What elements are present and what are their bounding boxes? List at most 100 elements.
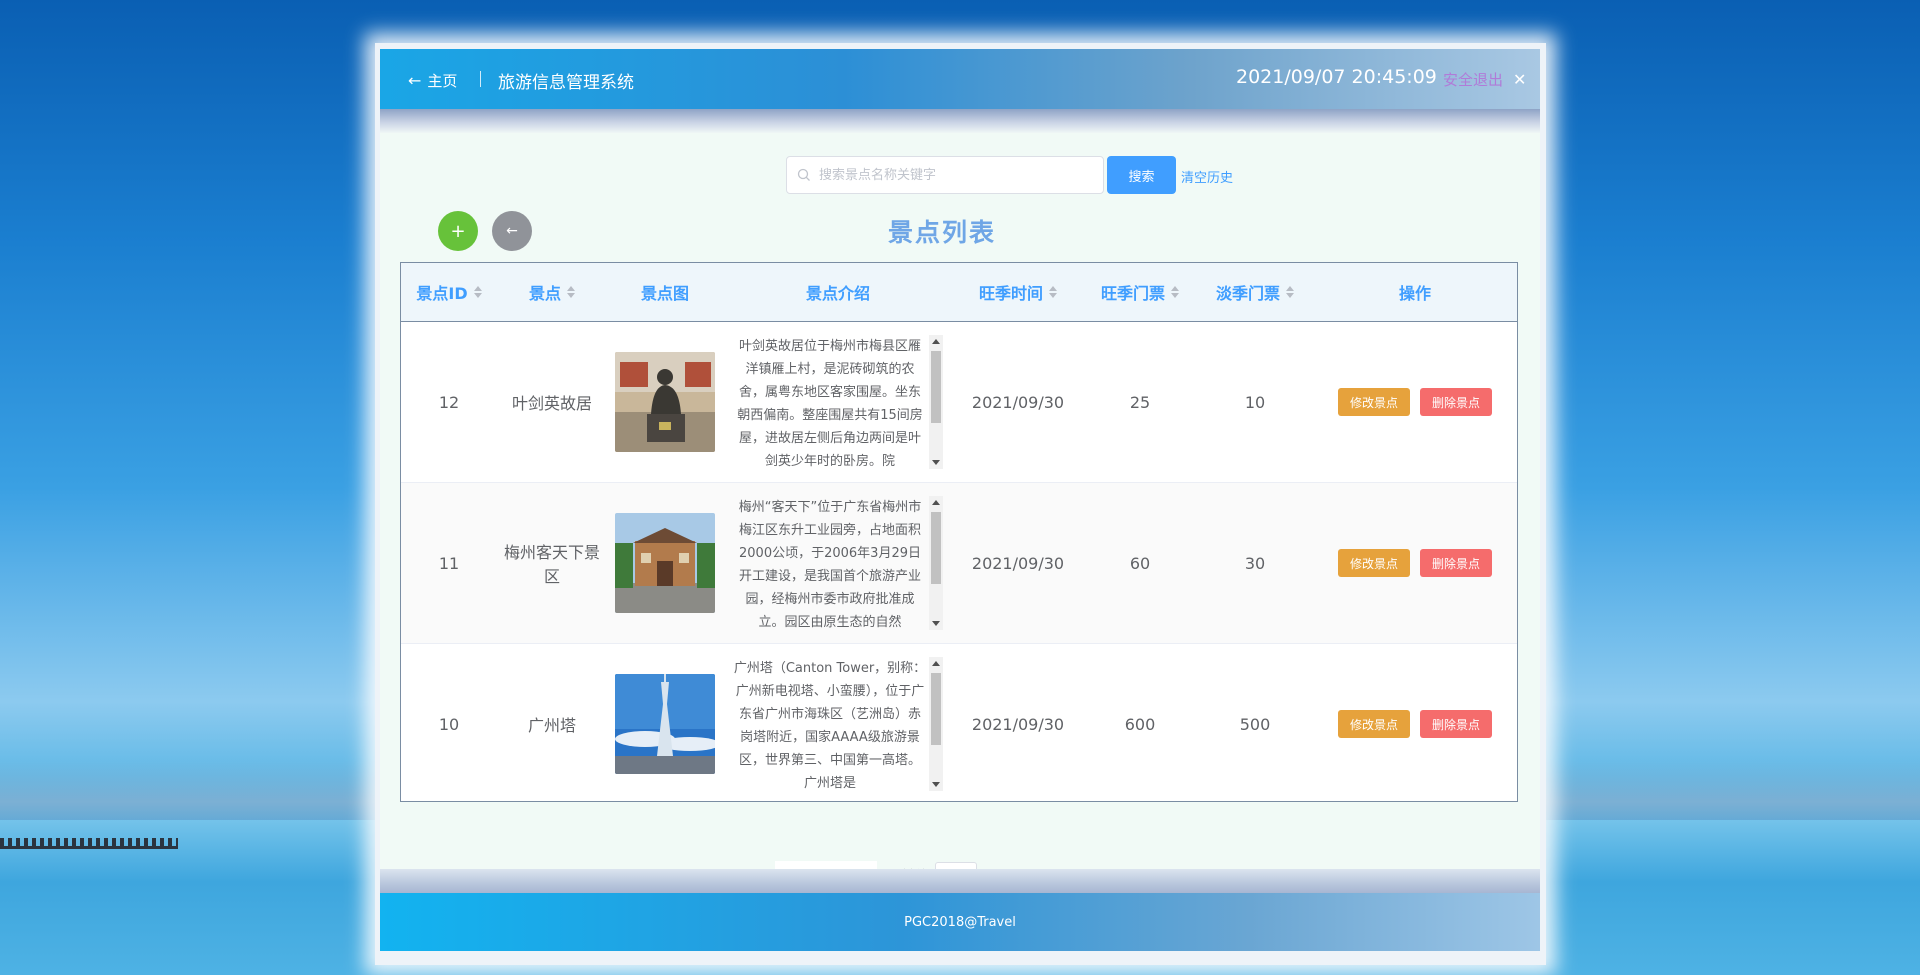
column-label: 旺季门票 <box>1100 284 1165 303</box>
arrow-left-icon: ← <box>408 70 422 90</box>
column-header-image: 景点图 <box>607 280 723 304</box>
scroll-up-icon[interactable] <box>932 500 940 505</box>
sort-icon[interactable] <box>1286 286 1294 298</box>
statue-photo-icon <box>615 352 715 452</box>
peak-price: 25 <box>1129 392 1151 412</box>
scrollbar[interactable] <box>929 496 943 630</box>
app-window: ← 主页 旅游信息管理系统 2021/09/07 20:45:09 安全退出 ✕… <box>375 43 1546 965</box>
delete-spot-button[interactable]: 删除景点 <box>1420 388 1493 416</box>
row-actions: 修改景点 删除景点 <box>1313 388 1517 416</box>
delete-spot-button[interactable]: 删除景点 <box>1420 549 1493 577</box>
spot-intro-cell: 叶剑英故居位于梅州市梅县区雁洋镇雁上村，是泥砖砌筑的农舍，属粤东地区客家围屋。坐… <box>723 335 953 469</box>
peak-date: 2021/09/30 <box>971 553 1065 573</box>
spot-id: 10 <box>438 714 460 734</box>
scrollbar[interactable] <box>929 335 943 469</box>
column-header-intro: 景点介绍 <box>723 280 953 304</box>
spot-image-cell <box>607 513 723 613</box>
spot-intro-cell: 广州塔（Canton Tower，别称：广州新电视塔、小蛮腰），位于广东省广州市… <box>723 657 953 791</box>
sort-icon[interactable] <box>567 286 575 298</box>
off-price: 500 <box>1239 714 1271 734</box>
app-footer: PGC2018@Travel <box>380 893 1540 951</box>
row-actions: 修改景点 删除景点 <box>1313 549 1517 577</box>
arrow-left-icon: ← <box>506 223 518 239</box>
home-label: 主页 <box>427 72 458 90</box>
column-header-peak-price[interactable]: 旺季门票 <box>1083 280 1197 304</box>
column-header-actions: 操作 <box>1313 280 1517 304</box>
column-header-peak-date[interactable]: 旺季时间 <box>953 280 1083 304</box>
row-actions: 修改景点 删除景点 <box>1313 710 1517 738</box>
back-button[interactable]: ← <box>492 211 532 251</box>
column-label: 景点介绍 <box>805 284 870 303</box>
search-box <box>786 156 1104 194</box>
sort-icon[interactable] <box>1049 286 1057 298</box>
column-label: 旺季时间 <box>978 284 1043 303</box>
header-shadow <box>380 109 1540 133</box>
peak-date: 2021/09/30 <box>971 714 1065 734</box>
peak-price: 60 <box>1129 553 1151 573</box>
column-header-id[interactable]: 景点ID <box>401 280 497 304</box>
spot-name: 广州塔 <box>527 716 576 735</box>
peak-price: 600 <box>1124 714 1156 734</box>
background-pier-base <box>0 846 178 849</box>
spot-id: 11 <box>438 553 460 573</box>
spot-id: 12 <box>438 392 460 412</box>
header-divider <box>480 71 481 87</box>
spot-image-cell <box>607 352 723 452</box>
intro-scrollbox[interactable]: 梅州“客天下”位于广东省梅州市梅江区东升工业园旁，占地面积2000公顷，于200… <box>733 496 943 630</box>
gate-photo-icon <box>615 513 715 613</box>
column-header-off-price[interactable]: 淡季门票 <box>1197 280 1313 304</box>
table-header: 景点ID 景点 景点图 景点介绍 旺季时间 旺季门票 淡季门票 操作 <box>401 263 1517 322</box>
edit-spot-button[interactable]: 修改景点 <box>1337 549 1410 577</box>
edit-spot-button[interactable]: 修改景点 <box>1337 388 1410 416</box>
spot-intro: 叶剑英故居位于梅州市梅县区雁洋镇雁上村，是泥砖砌筑的农舍，属粤东地区客家围屋。坐… <box>737 339 923 469</box>
column-label: 景点 <box>528 284 561 303</box>
column-label: 景点图 <box>640 284 689 303</box>
intro-scrollbox[interactable]: 广州塔（Canton Tower，别称：广州新电视塔、小蛮腰），位于广东省广州市… <box>733 657 943 791</box>
spot-name: 梅州客天下景区 <box>503 543 600 586</box>
scroll-down-icon[interactable] <box>932 782 940 787</box>
peak-date: 2021/09/30 <box>971 392 1065 412</box>
column-header-name[interactable]: 景点 <box>497 280 607 304</box>
scroll-thumb[interactable] <box>931 673 941 745</box>
table-row: 10 广州塔 广州塔（Canton Tower，别称：广州新电视塔、小蛮腰），位… <box>401 644 1517 804</box>
scroll-down-icon[interactable] <box>932 621 940 626</box>
column-label: 淡季门票 <box>1215 284 1280 303</box>
scroll-up-icon[interactable] <box>932 661 940 666</box>
logout-button[interactable]: 安全退出 ✕ <box>1443 69 1526 90</box>
list-title: 景点列表 <box>888 218 997 247</box>
footer-text: PGC2018@Travel <box>904 914 1016 930</box>
table-row: 11 梅州客天下景区 梅州“客天下”位于广东省梅州市梅江区东升工业园旁，占地面积… <box>401 483 1517 644</box>
footer-shadow <box>380 869 1540 893</box>
scroll-thumb[interactable] <box>931 351 941 423</box>
datetime-display: 2021/09/07 20:45:09 <box>1236 66 1437 88</box>
spot-name: 叶剑英故居 <box>511 394 592 413</box>
spots-table: 景点ID 景点 景点图 景点介绍 旺季时间 旺季门票 淡季门票 操作 12 叶剑… <box>400 262 1518 802</box>
spot-intro: 梅州“客天下”位于广东省梅州市梅江区东升工业园旁，占地面积2000公顷，于200… <box>738 500 922 630</box>
main-content: 搜索 清空历史 + ← 景点列表 景点ID 景点 景点图 <box>380 133 1540 891</box>
spot-intro: 广州塔（Canton Tower，别称：广州新电视塔、小蛮腰），位于广东省广州市… <box>733 661 927 791</box>
home-link[interactable]: ← 主页 <box>408 70 457 91</box>
off-price: 30 <box>1244 553 1266 573</box>
scroll-thumb[interactable] <box>931 512 941 584</box>
table-row: 12 叶剑英故居 叶剑英故居位于梅州市梅县区雁洋镇雁上村，是泥砖砌筑的农舍，属粤… <box>401 322 1517 483</box>
logout-label: 安全退出 <box>1443 71 1504 89</box>
edit-spot-button[interactable]: 修改景点 <box>1337 710 1410 738</box>
add-spot-button[interactable]: + <box>438 211 478 251</box>
scroll-up-icon[interactable] <box>932 339 940 344</box>
scrollbar[interactable] <box>929 657 943 791</box>
intro-scrollbox[interactable]: 叶剑英故居位于梅州市梅县区雁洋镇雁上村，是泥砖砌筑的农舍，属粤东地区客家围屋。坐… <box>733 335 943 469</box>
system-title: 旅游信息管理系统 <box>498 73 634 93</box>
sort-icon[interactable] <box>473 286 482 298</box>
delete-spot-button[interactable]: 删除景点 <box>1420 710 1493 738</box>
search-icon <box>797 168 810 181</box>
plus-icon: + <box>450 220 466 242</box>
app-header: ← 主页 旅游信息管理系统 2021/09/07 20:45:09 安全退出 ✕ <box>380 49 1540 109</box>
search-button[interactable]: 搜索 <box>1107 156 1176 194</box>
clear-history-link[interactable]: 清空历史 <box>1181 167 1233 186</box>
spot-image-cell <box>607 674 723 774</box>
off-price: 10 <box>1244 392 1266 412</box>
tower-photo-icon <box>615 674 715 774</box>
search-input[interactable] <box>817 166 1101 184</box>
sort-icon[interactable] <box>1171 286 1179 298</box>
scroll-down-icon[interactable] <box>932 460 940 465</box>
